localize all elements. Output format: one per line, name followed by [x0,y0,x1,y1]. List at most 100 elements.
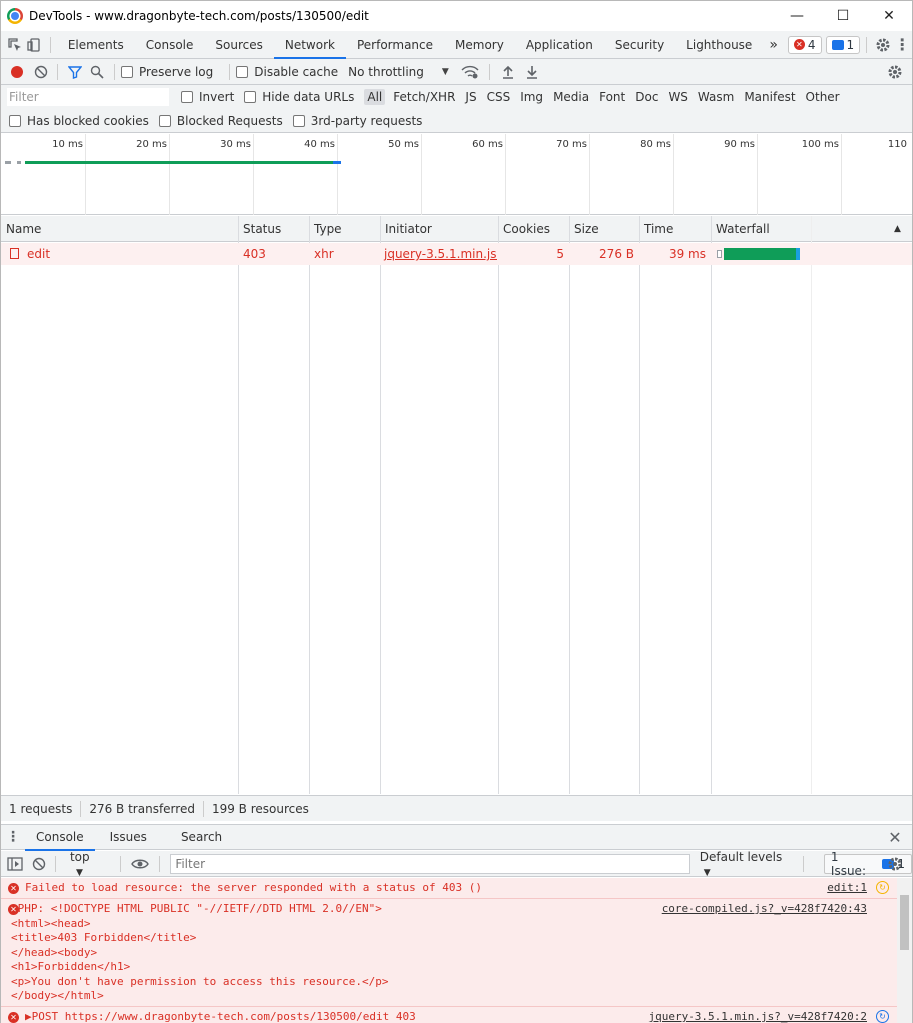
filter-funnel-icon[interactable] [64,58,86,85]
export-har-download-icon[interactable] [520,58,544,85]
drawer-menu-icon[interactable]: ⋮ [1,824,25,851]
message-icon [831,39,844,50]
tab-performance[interactable]: Performance [346,31,444,58]
column-divider [309,216,310,794]
type-filter-img[interactable]: Img [520,90,543,104]
record-button[interactable] [11,65,23,78]
close-drawer-icon[interactable]: ✕ [882,824,908,851]
overview-tick-label: 30 ms [220,139,251,150]
preserve-log-checkbox[interactable]: Preserve log [121,65,213,79]
console-error-message[interactable]: ✕ ▶PHP: <!DOCTYPE HTML PUBLIC "-//IETF//… [1,899,897,1007]
table-row[interactable]: edit 403 xhr jquery-3.5.1.min.js... 5 27… [1,243,912,265]
console-settings-gear-icon[interactable] [882,850,908,877]
checkbox-box[interactable] [181,91,193,103]
toolbar-divider [114,63,115,80]
checkbox-box[interactable] [9,115,21,127]
more-options-icon[interactable]: ⋮ [892,31,912,58]
console-filter-input[interactable]: Filter [170,853,690,874]
clear-console-icon[interactable] [29,850,49,877]
toolbar-divider [488,63,490,80]
tab-sources[interactable]: Sources [204,31,273,58]
checkbox-box[interactable] [244,91,257,103]
network-conditions-wifi-icon[interactable] [457,58,483,85]
tab-application[interactable]: Application [515,31,604,58]
request-initiator-link[interactable]: jquery-3.5.1.min.js... [380,243,497,265]
drawer-tab-search[interactable]: Search [170,825,233,850]
column-header-type[interactable]: Type [309,216,342,242]
blocked-requests-checkbox[interactable]: Blocked Requests [158,114,283,128]
type-filter-css[interactable]: CSS [487,90,511,104]
context-value: top [69,849,90,864]
tab-lighthouse[interactable]: Lighthouse [675,31,763,58]
log-levels-select[interactable]: Default levels ▼ [700,850,797,878]
type-filter-wasm[interactable]: Wasm [698,90,734,104]
tab-console[interactable]: Console [135,31,205,58]
column-header-waterfall[interactable]: Waterfall [711,216,770,242]
sort-ascending-icon[interactable]: ▲ [889,216,901,242]
overview-gridline [505,134,506,215]
disable-cache-checkbox[interactable]: Disable cache [236,65,338,79]
type-filter-other[interactable]: Other [806,90,840,104]
overview-tick-label: 60 ms [472,139,503,150]
search-icon[interactable] [86,58,108,85]
hide-data-urls-checkbox[interactable]: Hide data URLs [244,90,354,104]
column-header-cookies[interactable]: Cookies [498,216,550,242]
tab-memory[interactable]: Memory [444,31,515,58]
console-source-link[interactable]: jquery-3.5.1.min.js?_v=428f7420:2 [648,1010,867,1023]
throttling-select[interactable]: No throttling ▼ [348,65,449,79]
type-filter-manifest[interactable]: Manifest [744,90,795,104]
context-selector[interactable]: top ▼ [70,850,106,878]
type-filter-ws[interactable]: WS [668,90,687,104]
tab-elements[interactable]: Elements [57,31,135,58]
type-filter-font[interactable]: Font [599,90,625,104]
type-filter-all[interactable]: All [364,89,386,105]
column-header-initiator[interactable]: Initiator [380,216,432,242]
close-window-button[interactable]: ✕ [866,1,912,31]
minimize-button[interactable]: — [774,1,820,31]
column-header-status[interactable]: Status [238,216,281,242]
network-request-icon[interactable]: ↻ [876,1010,889,1023]
overview-tick-label: 100 ms [801,139,839,150]
issue-hint-icon[interactable]: ↻ [876,881,889,894]
clear-icon[interactable] [31,58,51,85]
invert-checkbox[interactable]: Invert [181,90,234,104]
type-filter-media[interactable]: Media [553,90,589,104]
tab-network[interactable]: Network [273,31,347,59]
third-party-requests-checkbox[interactable]: 3rd-party requests [292,114,422,128]
console-source-link[interactable]: core-compiled.js?_v=428f7420:43 [662,902,867,915]
type-filter-doc[interactable]: Doc [635,90,658,104]
checkbox-box[interactable] [158,115,171,127]
waterfall-gridline [811,216,812,794]
console-error-message[interactable]: ✕ ▶POST https://www.dragonbyte-tech.com/… [1,1007,897,1023]
import-har-upload-icon[interactable] [496,58,520,85]
device-toolbar-icon[interactable] [25,31,45,58]
network-settings-gear-icon[interactable] [882,58,908,85]
overview-queue-bar [5,161,11,164]
column-header-size[interactable]: Size [569,216,599,242]
maximize-button[interactable]: ☐ [820,1,866,31]
network-overview-timeline[interactable]: 10 ms 20 ms 30 ms 40 ms 50 ms 60 ms 70 m… [1,134,912,215]
checkbox-box[interactable] [236,65,249,78]
tab-security[interactable]: Security [604,31,675,58]
show-sidebar-icon[interactable] [1,850,29,877]
request-name-cell[interactable]: edit [6,243,236,265]
type-filter-fetch-xhr[interactable]: Fetch/XHR [393,90,455,104]
console-source-link[interactable]: edit:1 [827,881,867,894]
filter-input[interactable]: Filter [7,88,169,106]
column-header-name[interactable]: Name [1,216,41,242]
drawer-tab-console[interactable]: Console [25,825,95,851]
console-error-message[interactable]: ✕ Failed to load resource: the server re… [1,878,897,899]
errors-badge[interactable]: ✕ 4 [787,35,822,54]
drawer-tab-issues[interactable]: Issues [99,825,158,850]
column-header-time[interactable]: Time [639,216,673,242]
more-tabs-button[interactable]: » [763,31,784,58]
has-blocked-cookies-checkbox[interactable]: Has blocked cookies [9,114,149,128]
settings-gear-icon[interactable] [873,31,893,58]
checkbox-box[interactable] [121,65,133,78]
console-scrollbar-thumb[interactable] [900,895,909,950]
inspect-element-icon[interactable] [5,31,25,58]
messages-badge[interactable]: 1 [825,35,861,54]
checkbox-box[interactable] [292,115,305,127]
type-filter-js[interactable]: JS [465,90,476,104]
live-expression-eye-icon[interactable] [127,850,153,877]
